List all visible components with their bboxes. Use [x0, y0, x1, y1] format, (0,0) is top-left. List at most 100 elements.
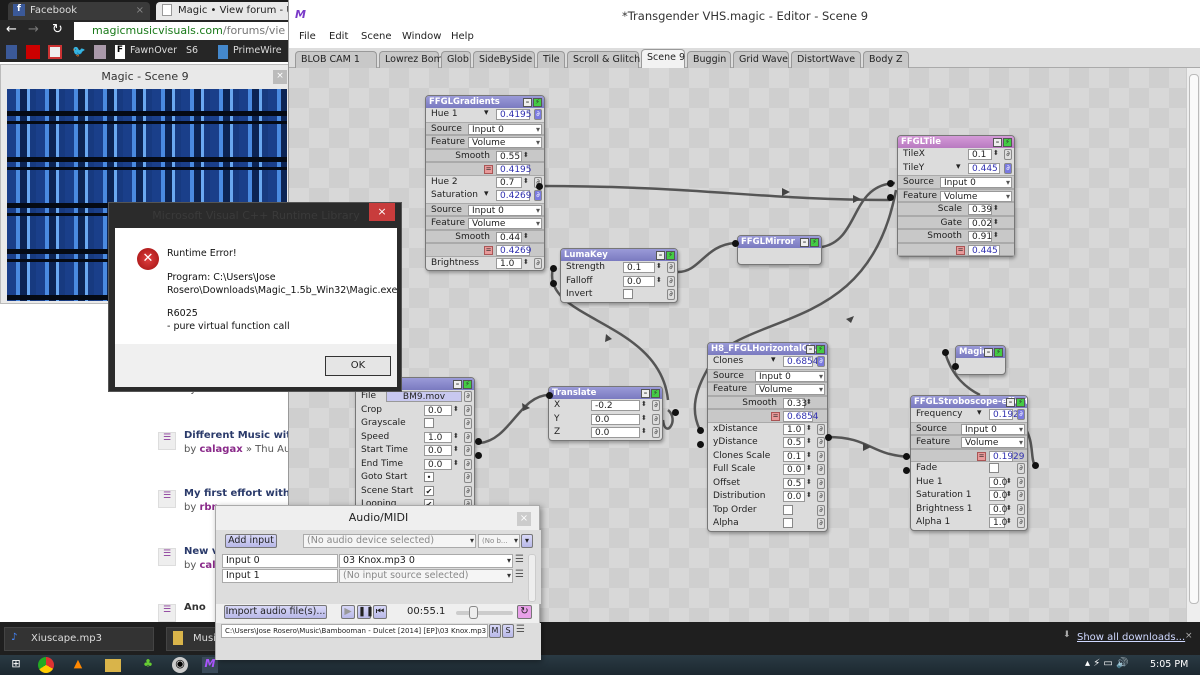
spinner-icon[interactable]: ⬍ [641, 400, 647, 408]
volume-slider[interactable] [456, 606, 513, 619]
minimize-icon[interactable]: – [641, 389, 650, 398]
param-checkbox[interactable] [783, 504, 793, 515]
connection-port[interactable] [732, 240, 739, 247]
link-icon[interactable]: ∂ [1004, 162, 1012, 174]
node-mirror[interactable]: FFGLMirror – ⚡ [737, 235, 822, 265]
minimize-icon[interactable]: – [1006, 398, 1015, 407]
link-icon[interactable]: ∂ [1004, 149, 1012, 160]
node-lumakey[interactable]: LumaKey – ⚡ Strength 0.1 ⬍ ∂ Falloff 0.0 ⬍ ∂ Invert… [560, 248, 678, 303]
node-title[interactable]: FFGLMirror – ⚡ [738, 236, 821, 248]
remove-modulation-icon[interactable]: = [484, 246, 493, 255]
clock[interactable]: 5:05 PM [1150, 659, 1188, 670]
connection-port[interactable] [550, 280, 557, 287]
minimize-icon[interactable]: – [993, 138, 1002, 147]
param-dropdown-icon[interactable]: ▾ [484, 189, 489, 199]
file-picker-button[interactable]: BM9.mov [386, 391, 462, 402]
input-source-select[interactable]: (No input source selected) ▾ [339, 569, 513, 583]
spinner-icon[interactable]: ⬍ [806, 478, 812, 486]
inputs-scrollbar[interactable] [528, 554, 536, 602]
tab-sidebyside[interactable]: SideBySide [473, 51, 535, 68]
bookmark-primewire[interactable]: PrimeWire [233, 45, 282, 59]
link-icon[interactable]: ∂ [817, 464, 825, 475]
spinner-icon[interactable]: ⬍ [993, 204, 999, 212]
connection-port[interactable] [952, 363, 959, 370]
audio-close-button[interactable]: × [517, 512, 531, 526]
topic-title[interactable]: New v [184, 546, 218, 557]
tab-scene-9[interactable]: Scene 9 [641, 49, 685, 68]
enable-icon[interactable]: ⚡ [810, 238, 819, 247]
param-number-field[interactable]: 0.5 [783, 477, 805, 489]
link-icon[interactable]: ∂ [667, 289, 675, 300]
spinner-icon[interactable]: ⬍ [656, 262, 662, 270]
param-number-field[interactable]: 0.0 [591, 413, 640, 425]
minimize-icon[interactable]: – [806, 345, 815, 354]
spinner-icon[interactable]: ⬍ [656, 276, 662, 284]
param-number-field[interactable]: 0.1 [783, 450, 805, 462]
connection-port[interactable] [697, 427, 704, 434]
param-checkbox[interactable] [989, 463, 999, 473]
tab-glob[interactable]: Glob [441, 51, 471, 68]
connection-port[interactable] [536, 183, 543, 190]
param-select[interactable]: Input 0 [755, 370, 825, 382]
topic-title[interactable]: Different Music with [184, 430, 298, 441]
menu-file[interactable]: File [299, 31, 316, 42]
browser-tab-magic-forum[interactable]: Magic • View forum - Use [156, 2, 292, 20]
connection-port[interactable] [672, 409, 679, 416]
vlc-icon[interactable]: ▲ [70, 657, 86, 673]
link-icon[interactable]: ∂ [534, 190, 542, 201]
close-download-bar-icon[interactable]: × [1185, 631, 1193, 641]
link-icon[interactable]: ∂ [652, 427, 660, 438]
node-tile[interactable]: FFGLTile – ⚡ TileX 0.1 ⬍ ∂ TileY ▾ 0.445 ∂ Source In… [897, 135, 1015, 257]
remove-modulation-icon[interactable]: = [771, 412, 780, 421]
scrollbar-thumb[interactable] [1189, 74, 1199, 604]
tab-lowrez-bomb[interactable]: Lowrez Bomb [379, 51, 449, 68]
param-checkbox[interactable]: ✔ [424, 485, 434, 496]
mute-button[interactable]: M [489, 624, 501, 638]
link-icon[interactable]: ∂ [1017, 503, 1025, 515]
menu-window[interactable]: Window [402, 31, 441, 42]
menu-icon[interactable]: ☰ [516, 624, 525, 635]
param-number-field[interactable]: 0.0 [623, 275, 655, 287]
link-icon[interactable]: ∂ [1017, 476, 1025, 488]
node-magic[interactable]: Magic – ⚡ [955, 345, 1006, 375]
param-select[interactable]: Input 0 [468, 204, 542, 216]
topic-title[interactable]: Ano [184, 602, 206, 613]
spinner-icon[interactable]: ⬍ [453, 445, 459, 453]
connection-port[interactable] [903, 467, 910, 474]
param-number-field[interactable]: 0.0 [783, 491, 805, 502]
param-number-field[interactable]: 0.0 [783, 464, 805, 475]
address-bar[interactable]: magicmusicvisuals.com/forums/vie [74, 22, 292, 40]
param-checkbox[interactable]: • [424, 472, 434, 482]
link-icon[interactable]: ∂ [817, 423, 825, 435]
tray-icons[interactable]: ▴ ⚡ ▭ 🔊 [1085, 658, 1128, 669]
close-icon[interactable]: × [136, 5, 144, 16]
connection-port[interactable] [546, 392, 553, 399]
node-title[interactable]: FFGLGradients – ⚡ [426, 96, 544, 108]
param-select[interactable]: Volume [961, 437, 1025, 448]
link-icon[interactable]: ∂ [652, 400, 660, 411]
link-icon[interactable]: ∂ [817, 437, 825, 448]
node-title[interactable]: Translate – ⚡ [549, 387, 662, 399]
tab-scroll-glitch[interactable]: Scroll & Glitch [567, 51, 640, 68]
spinner-icon[interactable]: ⬍ [453, 432, 459, 440]
link-icon[interactable]: ∂ [464, 472, 472, 483]
spinner-icon[interactable]: ⬍ [1006, 504, 1012, 512]
param-number-field[interactable]: 0.02 [968, 217, 992, 229]
param-value[interactable]: 0.6854 [783, 356, 819, 367]
pause-button[interactable]: ❚❚ [357, 605, 374, 619]
param-number-field[interactable]: 0.1 [623, 262, 655, 273]
show-all-downloads-link[interactable]: Show all downloads... [1077, 632, 1185, 643]
tab-blob-cam-1[interactable]: BLOB CAM 1 [295, 51, 377, 68]
param-number-field[interactable]: 1.0 [496, 257, 522, 269]
param-number-field[interactable]: 0.39 [968, 204, 992, 215]
param-select[interactable]: Volume [468, 137, 542, 148]
link-icon[interactable]: ∂ [464, 485, 472, 497]
volume-slider-thumb[interactable] [469, 606, 479, 619]
node-title[interactable]: Magic – ⚡ [956, 346, 1005, 358]
param-select[interactable]: Input 0 [468, 123, 542, 135]
link-icon[interactable]: ∂ [667, 275, 675, 287]
spinner-icon[interactable]: ⬍ [453, 459, 459, 467]
audio-file-path[interactable]: C:\Users\Jose Rosero\Music\Bambooman - D… [221, 624, 488, 638]
spinner-icon[interactable]: ⬍ [641, 427, 647, 435]
dialog-close-button[interactable]: × [369, 203, 395, 221]
